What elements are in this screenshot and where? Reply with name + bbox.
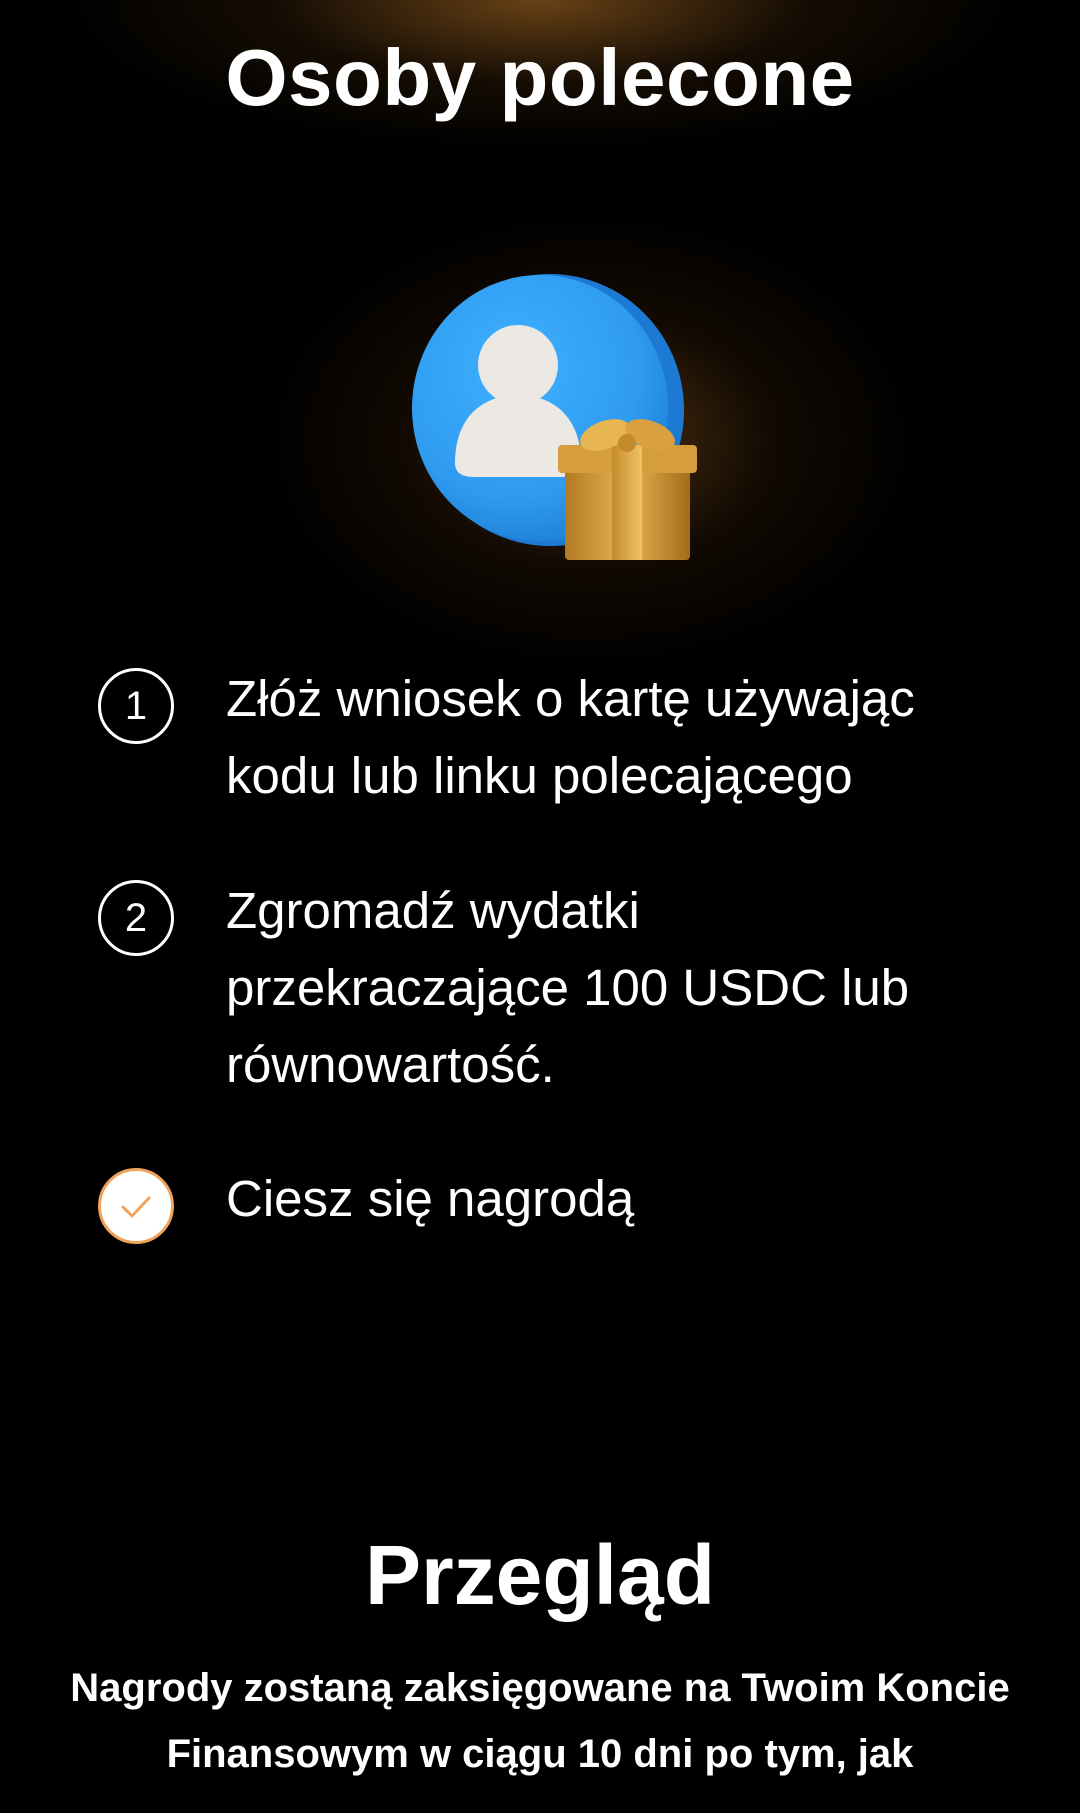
referral-hero-illustration xyxy=(400,265,700,565)
overview-title: Przegląd xyxy=(364,1528,716,1622)
referral-gift-icon xyxy=(412,274,697,560)
step-1-text: Złóż wniosek o kartę używając kodu lub l… xyxy=(226,670,915,804)
overview-body: Nagrody zostaną zaksięgowane na Twoim Ko… xyxy=(70,1666,1010,1776)
step-number-1: 1 xyxy=(98,668,174,744)
step-complete-marker xyxy=(98,1168,174,1244)
step-2-text: Zgromadź wydatki przekraczające 100 USDC… xyxy=(226,882,910,1093)
step-number-2: 2 xyxy=(98,880,174,956)
page-title: Osoby polecone xyxy=(225,33,855,122)
step-3-text: Ciesz się nagrodą xyxy=(226,1170,635,1227)
check-icon xyxy=(121,1196,151,1218)
